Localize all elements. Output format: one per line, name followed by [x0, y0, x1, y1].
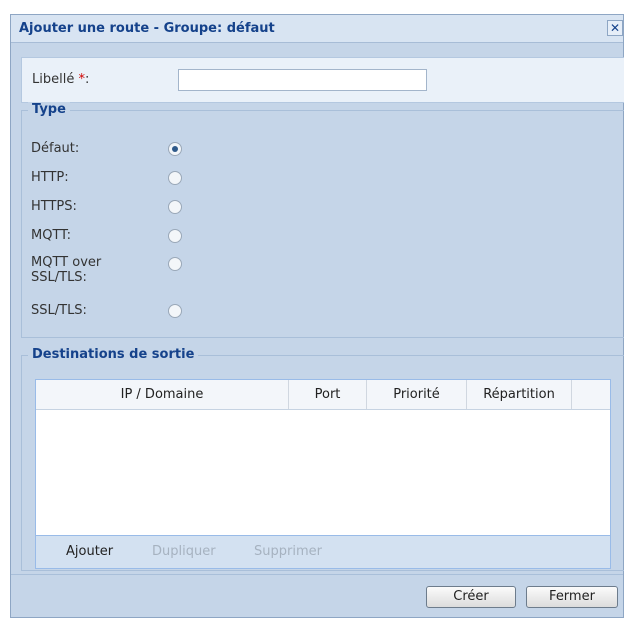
column-header-distribution[interactable]: Répartition — [467, 380, 572, 409]
type-option-default-label: Défaut: — [31, 141, 80, 156]
type-option-ssltls-radio[interactable] — [168, 304, 182, 318]
grid-toolbar: Ajouter Dupliquer Supprimer — [36, 535, 610, 568]
type-option-mqtt-radio[interactable] — [168, 229, 182, 243]
close-icon[interactable]: ✕ — [607, 20, 623, 36]
type-legend: Type — [28, 102, 70, 117]
label-field-label: Libellé *: — [32, 72, 89, 87]
add-button[interactable]: Ajouter — [66, 544, 113, 559]
destinations-legend: Destinations de sortie — [28, 347, 199, 362]
type-option-mqtt-tls-radio[interactable] — [168, 257, 182, 271]
grid-body[interactable] — [36, 410, 610, 535]
type-option-mqtt-label: MQTT: — [31, 228, 72, 243]
type-option-http-radio[interactable] — [168, 171, 182, 185]
close-button[interactable]: Fermer — [526, 586, 618, 608]
type-option-mqtt-tls-label-line2: SSL/TLS: — [31, 270, 87, 285]
create-button[interactable]: Créer — [426, 586, 516, 608]
type-option-mqtt-tls-label-line1: MQTT over — [31, 255, 102, 270]
type-option-ssltls-label: SSL/TLS: — [31, 303, 87, 318]
delete-button[interactable]: Supprimer — [254, 544, 322, 559]
label-field-row: Libellé *: — [21, 57, 624, 103]
dialog-titlebar[interactable]: Ajouter une route - Groupe: défaut ✕ — [11, 15, 623, 43]
duplicate-button[interactable]: Dupliquer — [152, 544, 216, 559]
column-header-port[interactable]: Port — [289, 380, 367, 409]
column-header-ip-domain[interactable]: IP / Domaine — [36, 380, 289, 409]
column-header-priority[interactable]: Priorité — [367, 380, 467, 409]
type-option-default-radio[interactable] — [168, 142, 182, 156]
label-field-text: Libellé — [32, 72, 79, 87]
footer-divider — [11, 574, 623, 575]
type-option-http-label: HTTP: — [31, 170, 69, 185]
dialog-title: Ajouter une route - Groupe: défaut — [19, 21, 275, 36]
add-route-dialog: Ajouter une route - Groupe: défaut ✕ Lib… — [10, 14, 624, 618]
label-input[interactable] — [178, 69, 427, 91]
destinations-grid: IP / Domaine Port Priorité Répartition A… — [35, 379, 611, 569]
type-option-https-label: HTTPS: — [31, 199, 77, 214]
label-field-suffix: : — [84, 72, 90, 87]
type-fieldset: Type Défaut: HTTP: HTTPS: MQTT: MQTT ove… — [21, 102, 624, 338]
grid-header: IP / Domaine Port Priorité Répartition — [36, 380, 610, 410]
type-option-https-radio[interactable] — [168, 200, 182, 214]
